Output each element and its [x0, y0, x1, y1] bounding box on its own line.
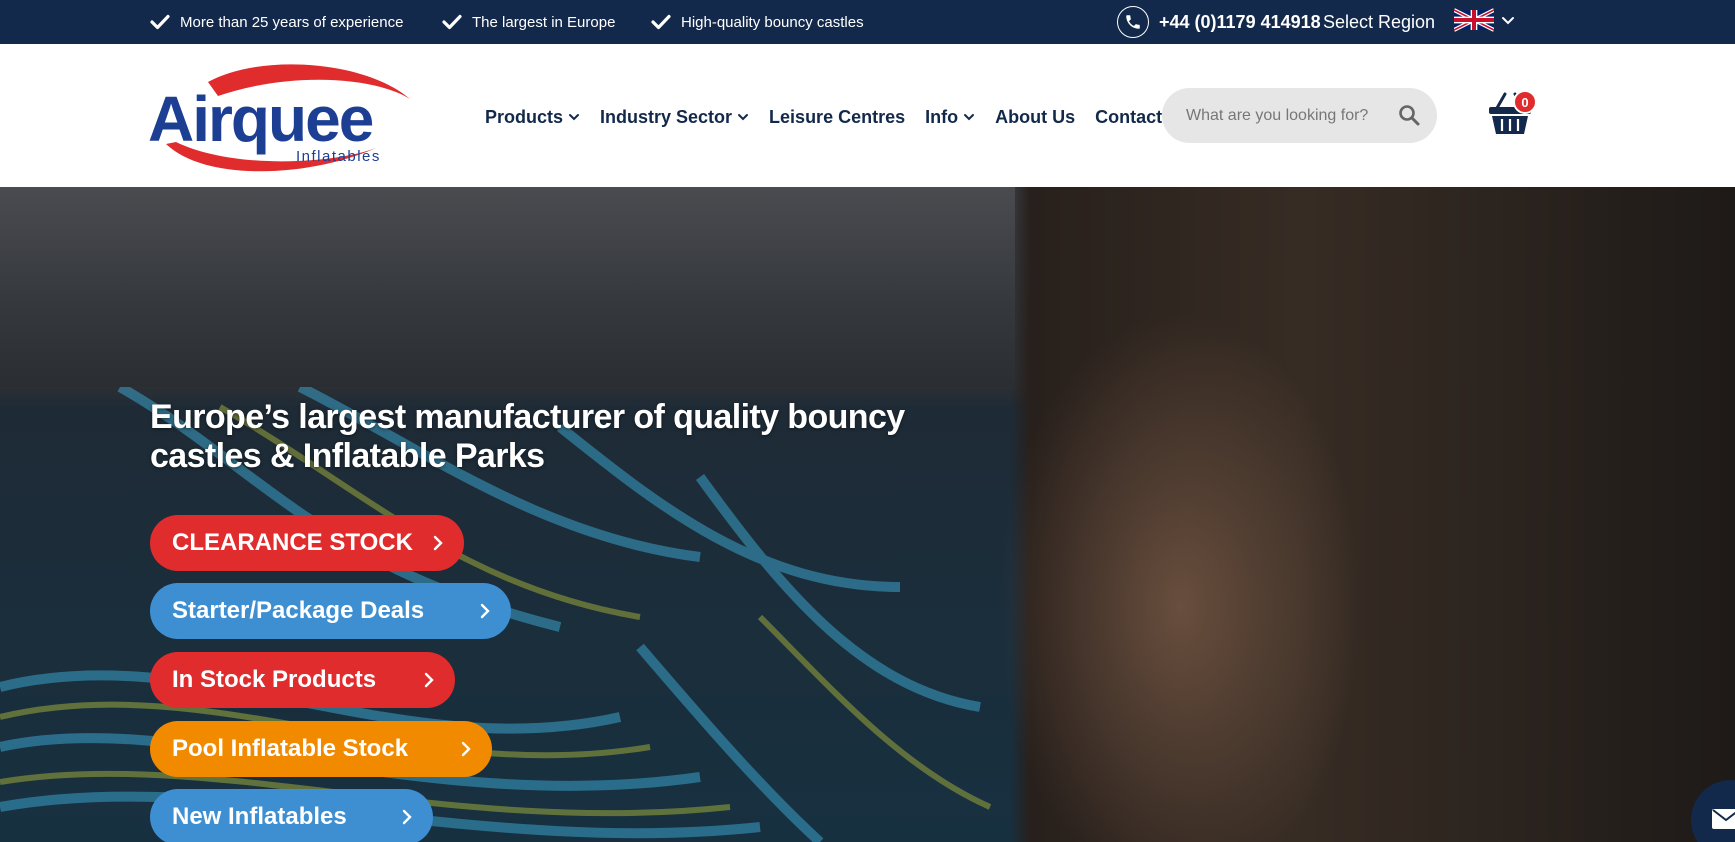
usp-item: High-quality bouncy castles — [651, 0, 864, 44]
select-region-link[interactable]: Select Region — [1323, 0, 1435, 44]
phone-icon[interactable] — [1117, 6, 1149, 38]
contact-mail-button[interactable] — [1691, 780, 1735, 842]
checkmark-icon — [150, 14, 170, 30]
chevron-right-icon — [480, 603, 490, 619]
new-inflatables-button[interactable]: New Inflatables — [150, 789, 433, 842]
nav-item-about-us[interactable]: About Us — [995, 107, 1075, 128]
usp-item: More than 25 years of experience — [150, 0, 403, 44]
hero-title: Europe’s largest manufacturer of quality… — [150, 398, 905, 475]
nav-item-label: Leisure Centres — [769, 106, 906, 127]
search-icon[interactable] — [1398, 104, 1420, 126]
button-label: New Inflatables — [172, 803, 347, 830]
button-label: CLEARANCE STOCK — [172, 529, 413, 556]
search-input[interactable] — [1186, 88, 1396, 143]
button-label: In Stock Products — [172, 666, 377, 693]
usp-text: The largest in Europe — [472, 13, 616, 31]
in-stock-products-button[interactable]: In Stock Products — [150, 652, 455, 708]
nav-item-label: Products — [485, 106, 564, 127]
nav-item-products[interactable]: Products — [485, 107, 580, 128]
checkmark-icon — [442, 14, 462, 30]
checkmark-icon — [651, 14, 671, 30]
svg-text:Inflatables: Inflatables — [296, 148, 381, 165]
site-header: Airquee Inflatables Products Industry Se… — [0, 44, 1735, 187]
mail-icon — [1712, 809, 1735, 829]
nav-item-label: Industry Sector — [600, 106, 733, 127]
chevron-down-icon — [569, 114, 580, 121]
usp-item: The largest in Europe — [442, 0, 615, 44]
button-label: Starter/Package Deals — [172, 597, 425, 624]
pool-inflatable-stock-button[interactable]: Pool Inflatable Stock — [150, 721, 492, 777]
nav-item-label: About Us — [995, 106, 1076, 127]
hero-background-image — [0, 187, 1015, 387]
chevron-right-icon — [424, 672, 434, 688]
chevron-down-icon[interactable] — [1501, 11, 1515, 31]
chevron-down-icon — [964, 114, 975, 121]
svg-text:Airquee: Airquee — [148, 83, 373, 155]
main-navigation: Products Industry Sector Leisure Centres… — [485, 102, 1190, 132]
cart-count-badge: 0 — [1513, 90, 1537, 114]
usp-text: High-quality bouncy castles — [681, 13, 864, 31]
chevron-right-icon — [461, 741, 471, 757]
nav-item-leisure-centres[interactable]: Leisure Centres — [769, 107, 905, 128]
top-info-bar: More than 25 years of experience The lar… — [0, 0, 1735, 44]
starter-package-deals-button[interactable]: Starter/Package Deals — [150, 583, 511, 639]
search-bar — [1162, 88, 1437, 143]
uk-flag-icon[interactable] — [1454, 5, 1494, 35]
usp-text: More than 25 years of experience — [180, 13, 404, 31]
button-label: Pool Inflatable Stock — [172, 735, 409, 762]
chevron-right-icon — [402, 809, 412, 825]
chevron-down-icon — [738, 114, 749, 121]
nav-item-info[interactable]: Info — [925, 107, 975, 128]
airquee-logo[interactable]: Airquee Inflatables — [148, 64, 428, 174]
clearance-stock-button[interactable]: CLEARANCE STOCK — [150, 515, 464, 571]
nav-item-label: Info — [925, 106, 959, 127]
nav-item-industry-sector[interactable]: Industry Sector — [600, 107, 749, 128]
chevron-right-icon — [433, 535, 443, 551]
phone-number-link[interactable]: +44 (0)1179 414918 — [1159, 0, 1321, 44]
